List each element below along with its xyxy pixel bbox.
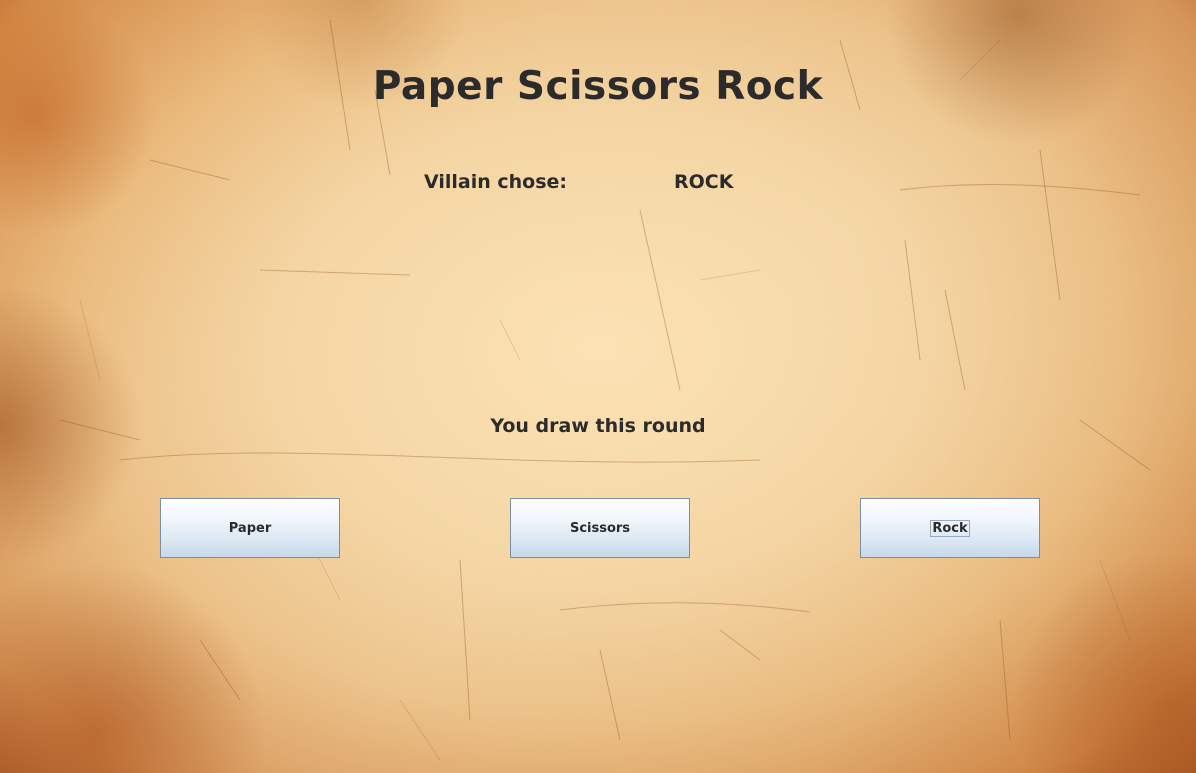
paper-button[interactable]: Paper: [160, 498, 340, 558]
rock-button[interactable]: Rock: [860, 498, 1040, 558]
scissors-button-label: Scissors: [569, 520, 631, 536]
paper-button-label: Paper: [228, 520, 272, 536]
parchment-texture: [59, 19, 1151, 761]
page-title: Paper Scissors Rock: [372, 64, 824, 109]
scissors-button[interactable]: Scissors: [510, 498, 690, 558]
game-window: Paper Scissors Rock Villain chose: ROCK …: [0, 0, 1196, 773]
villain-choice-value: ROCK: [674, 171, 734, 193]
rock-button-label: Rock: [930, 519, 970, 537]
villain-choice-label: Villain chose:: [424, 171, 568, 193]
round-result-message: You draw this round: [490, 415, 706, 437]
